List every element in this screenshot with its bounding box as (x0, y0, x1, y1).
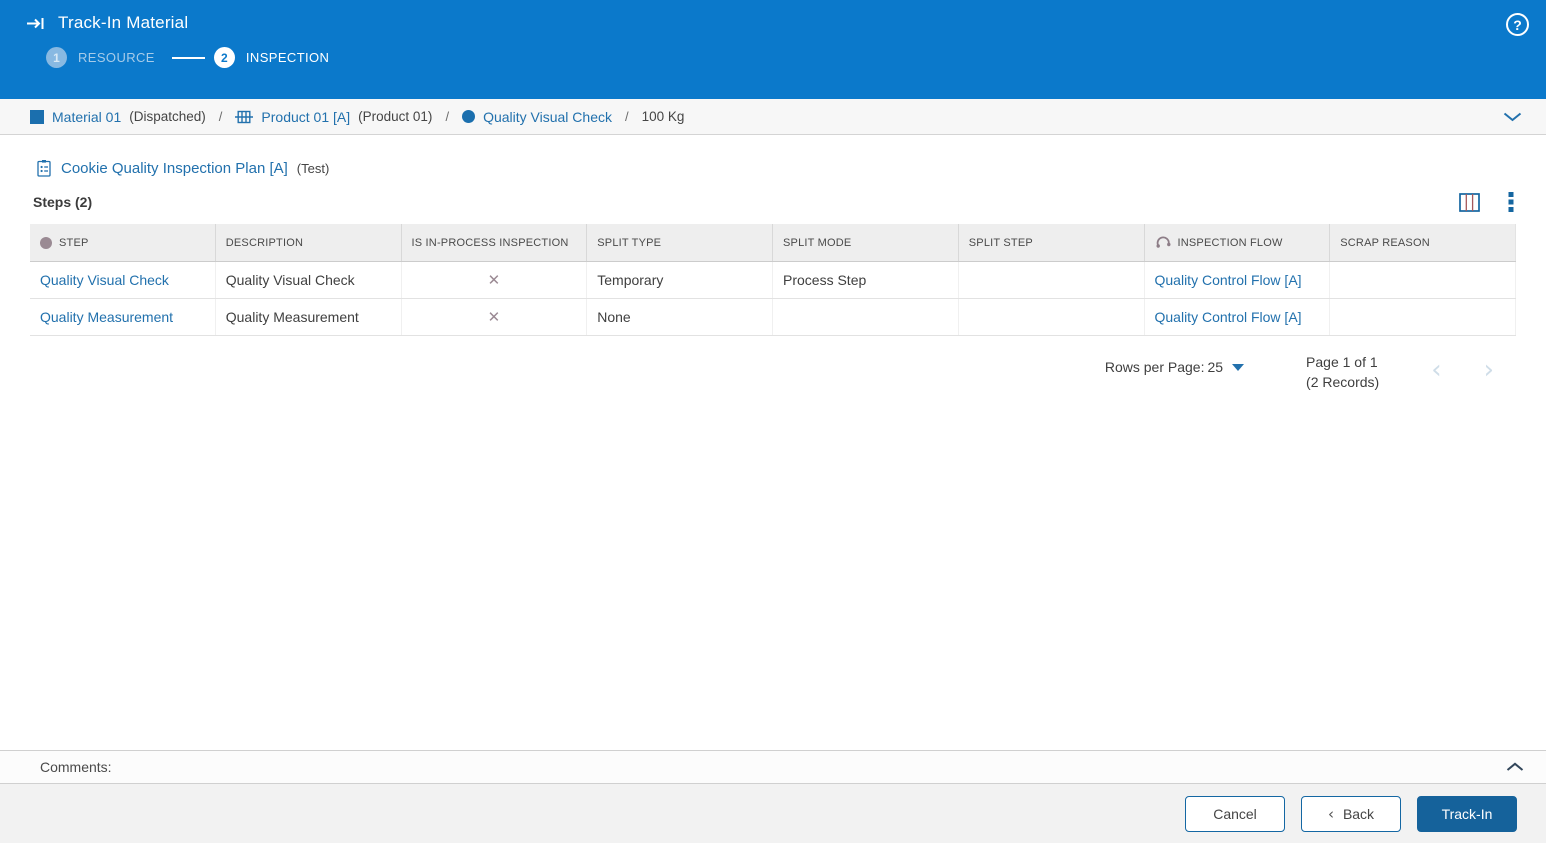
column-header-split-step[interactable]: SPLIT STEP (959, 224, 1145, 261)
cancel-button[interactable]: Cancel (1185, 795, 1285, 832)
step-number-badge: 2 (213, 47, 235, 68)
columns-icon[interactable] (1459, 192, 1480, 212)
material-status: (Dispatched) (129, 109, 206, 124)
back-button[interactable]: ‹ Back (1301, 795, 1401, 832)
pagination-bar: Rows per Page: 25 Page 1 of 1 (2 Records)… (0, 352, 1494, 393)
steps-table: STEP DESCRIPTION IS IN-PROCESS INSPECTIO… (30, 224, 1516, 336)
top-bar: Track-In Material ? 1 RESOURCE 2 INSPECT… (0, 0, 1546, 99)
split-step-cell (959, 262, 1145, 298)
steps-count-title: Steps (2) (33, 194, 93, 210)
step-cell-link[interactable]: Quality Visual Check (30, 262, 216, 298)
split-type-cell: None (587, 299, 773, 335)
comments-panel[interactable]: Comments: (0, 750, 1546, 784)
title-row: Track-In Material (0, 0, 1546, 33)
rows-per-page-value: 25 (1207, 359, 1224, 375)
inspection-flow-cell-link[interactable]: Quality Control Flow [A] (1145, 299, 1331, 335)
product-icon (235, 109, 254, 125)
stepper-step-resource[interactable]: 1 RESOURCE (46, 47, 155, 68)
chevron-down-icon[interactable] (1503, 112, 1522, 122)
x-mark-icon: ✕ (487, 272, 501, 289)
breadcrumb-item-material: Material 01 (Dispatched) (30, 109, 206, 125)
rows-per-page-label: Rows per Page: (1104, 359, 1205, 375)
split-mode-cell (773, 299, 959, 335)
material-link[interactable]: Material 01 (52, 109, 121, 125)
next-page-icon[interactable]: › (1484, 357, 1494, 383)
breadcrumb-separator: / (624, 109, 629, 124)
inspection-flow-cell-link[interactable]: Quality Control Flow [A] (1145, 262, 1331, 298)
split-mode-cell: Process Step (773, 262, 959, 298)
product-annotation: (Product 01) (358, 109, 433, 124)
quantity-value: 100 Kg (641, 109, 685, 124)
is-in-process-cell: ✕ (402, 299, 588, 335)
inspection-plan-icon (36, 159, 52, 178)
column-header-is-in-process-inspection[interactable]: IS IN-PROCESS INSPECTION (402, 224, 588, 261)
table-header-row: STEP DESCRIPTION IS IN-PROCESS INSPECTIO… (30, 224, 1516, 262)
inspection-plan-subtitle: (Test) (296, 161, 330, 176)
inspection-flow-icon (1155, 235, 1171, 250)
step-label: INSPECTION (245, 50, 330, 65)
rows-per-page-dropdown[interactable]: Rows per Page: 25 (1104, 359, 1245, 375)
column-header-split-mode[interactable]: SPLIT MODE (773, 224, 959, 261)
page-info: Page 1 of 1 (1306, 354, 1378, 370)
chevron-up-icon[interactable] (1506, 762, 1524, 772)
action-bar: Cancel ‹ Back Track-In (0, 784, 1546, 843)
help-icon[interactable]: ? (1506, 13, 1529, 36)
step-type-icon (40, 236, 52, 249)
is-in-process-cell: ✕ (402, 262, 588, 298)
page-info-block: Page 1 of 1 (2 Records) (1306, 352, 1379, 393)
kebab-menu-icon[interactable] (1508, 192, 1514, 212)
previous-page-icon[interactable]: ‹ (1431, 357, 1441, 383)
records-info: (2 Records) (1306, 374, 1380, 391)
split-step-cell (959, 299, 1145, 335)
stepper-connector-line (171, 56, 205, 59)
wizard-stepper: 1 RESOURCE 2 INSPECTION (0, 47, 1546, 68)
scrap-reason-cell (1330, 262, 1516, 298)
step-number-badge: 1 (46, 47, 67, 68)
main-content: Cookie Quality Inspection Plan [A] (Test… (0, 135, 1546, 750)
x-mark-icon: ✕ (487, 309, 501, 326)
step-cell-link[interactable]: Quality Measurement (30, 299, 216, 335)
column-header-inspection-flow[interactable]: INSPECTION FLOW (1145, 224, 1331, 261)
stepper-step-inspection[interactable]: 2 INSPECTION (213, 47, 330, 68)
step-label: RESOURCE (78, 50, 155, 65)
inspection-plan-link[interactable]: Cookie Quality Inspection Plan [A] (61, 160, 288, 177)
column-header-description[interactable]: DESCRIPTION (216, 224, 402, 261)
material-square-icon (30, 109, 44, 124)
breadcrumb: Material 01 (Dispatched) / Product 01 [A… (0, 99, 1546, 135)
table-row[interactable]: Quality Visual Check Quality Visual Chec… (30, 262, 1516, 299)
step-link[interactable]: Quality Visual Check (483, 109, 612, 125)
track-in-icon (26, 16, 47, 31)
split-type-cell: Temporary (587, 262, 773, 298)
scrap-reason-cell (1330, 299, 1516, 335)
chevron-left-icon: ‹ (1327, 804, 1334, 823)
table-tools (1459, 192, 1514, 212)
product-link[interactable]: Product 01 [A] (261, 109, 350, 125)
breadcrumb-item-product: Product 01 [A] (Product 01) (235, 109, 432, 125)
track-in-button[interactable]: Track-In (1417, 795, 1517, 832)
description-cell: Quality Measurement (216, 299, 402, 335)
step-circle-icon (462, 110, 476, 123)
page-title: Track-In Material (58, 13, 189, 32)
table-row[interactable]: Quality Measurement Quality Measurement … (30, 299, 1516, 336)
column-header-scrap-reason[interactable]: SCRAP REASON (1330, 224, 1516, 261)
comments-label: Comments: (40, 759, 112, 775)
steps-toolbar: Steps (2) (33, 192, 1514, 212)
caret-down-icon (1232, 363, 1245, 371)
column-header-step[interactable]: STEP (30, 224, 216, 261)
description-cell: Quality Visual Check (216, 262, 402, 298)
breadcrumb-item-step: Quality Visual Check (462, 109, 612, 125)
column-header-split-type[interactable]: SPLIT TYPE (587, 224, 773, 261)
inspection-plan-header: Cookie Quality Inspection Plan [A] (Test… (36, 159, 1516, 178)
breadcrumb-separator: / (218, 109, 223, 124)
breadcrumb-separator: / (445, 109, 450, 124)
